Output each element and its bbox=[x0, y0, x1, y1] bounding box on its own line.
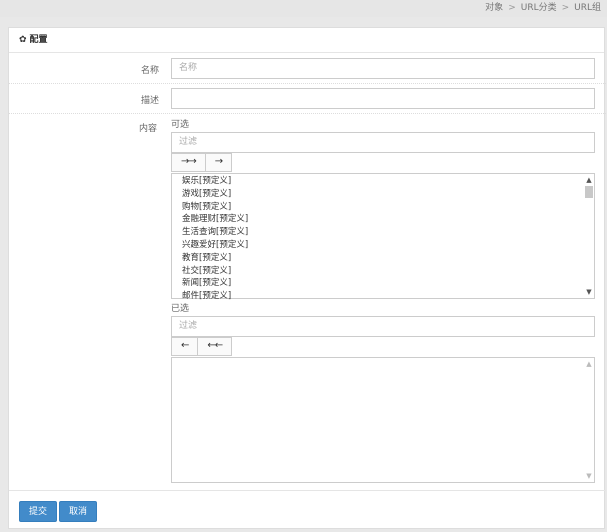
breadcrumb: 对象 > URL分类 > URL组 bbox=[0, 0, 607, 17]
desc-input[interactable] bbox=[171, 88, 595, 109]
chevron-up-icon[interactable]: ▲ bbox=[584, 360, 594, 368]
name-label: 名称 bbox=[140, 66, 159, 76]
list-item[interactable]: 邮件[预定义] bbox=[172, 290, 594, 303]
selected-list[interactable]: ▲ ▼ bbox=[171, 357, 595, 483]
list-item[interactable]: 社交[预定义] bbox=[172, 265, 594, 278]
list-item[interactable]: 兴趣爱好[预定义] bbox=[172, 239, 594, 252]
selected-button-group: ← ←← bbox=[171, 337, 233, 356]
config-panel: ✿ 配置 名称 名称 描述 内容 可选 过滤 →→ → 娱乐[预定义] 游戏[预定… bbox=[8, 27, 606, 530]
move-all-left-button[interactable]: ←← bbox=[198, 338, 231, 355]
content-label: 内容 bbox=[138, 124, 157, 134]
breadcrumb-separator: > bbox=[561, 3, 570, 13]
breadcrumb-item-url-group: URL组 bbox=[574, 3, 601, 13]
list-item[interactable]: 游戏[预定义] bbox=[172, 188, 594, 201]
gear-icon: ✿ bbox=[19, 35, 27, 45]
move-right-button[interactable]: → bbox=[206, 154, 231, 171]
breadcrumb-item-url-category[interactable]: URL分类 bbox=[521, 3, 557, 13]
chevron-down-icon[interactable]: ▼ bbox=[584, 288, 594, 296]
move-all-right-button[interactable]: →→ bbox=[172, 154, 206, 171]
available-list[interactable]: 娱乐[预定义] 游戏[预定义] 购物[预定义] 金融理财[预定义] 生活查询[预… bbox=[171, 173, 595, 301]
list-item[interactable]: 娱乐[预定义] bbox=[172, 175, 594, 188]
move-left-button[interactable]: ← bbox=[172, 338, 199, 355]
list-item[interactable]: 生活查询[预定义] bbox=[172, 226, 594, 239]
list-item[interactable]: 购物[预定义] bbox=[172, 201, 594, 214]
cancel-button[interactable]: 取消 bbox=[59, 501, 98, 522]
available-label: 可选 bbox=[171, 120, 190, 130]
desc-row: 描述 bbox=[9, 84, 606, 114]
available-button-group: →→ → bbox=[171, 153, 233, 172]
selected-label: 已选 bbox=[171, 304, 190, 314]
name-row: 名称 名称 bbox=[9, 54, 606, 84]
list-item[interactable]: 金融理财[预定义] bbox=[172, 213, 594, 226]
list-item[interactable]: 新闻[预定义] bbox=[172, 277, 594, 290]
selected-scrollbar[interactable]: ▲ ▼ bbox=[584, 358, 594, 482]
panel-header: ✿ 配置 bbox=[9, 28, 604, 53]
name-input[interactable]: 名称 bbox=[171, 58, 595, 79]
breadcrumb-separator: > bbox=[508, 3, 516, 13]
breadcrumb-item-object[interactable]: 对象 bbox=[485, 3, 503, 13]
submit-button[interactable]: 提交 bbox=[19, 501, 58, 522]
selected-filter-input[interactable]: 过滤 bbox=[171, 316, 595, 337]
chevron-up-icon[interactable]: ▲ bbox=[584, 176, 594, 184]
available-filter-input[interactable]: 过滤 bbox=[171, 132, 595, 153]
desc-label: 描述 bbox=[140, 96, 159, 106]
scrollbar-thumb[interactable] bbox=[585, 186, 593, 198]
form-footer: 提交 取消 bbox=[9, 490, 606, 530]
chevron-down-icon[interactable]: ▼ bbox=[584, 472, 594, 480]
list-item[interactable]: 教育[预定义] bbox=[172, 252, 594, 265]
available-scrollbar[interactable]: ▲ ▼ bbox=[584, 174, 594, 298]
divider bbox=[9, 113, 606, 114]
panel-title: 配置 bbox=[29, 35, 48, 45]
